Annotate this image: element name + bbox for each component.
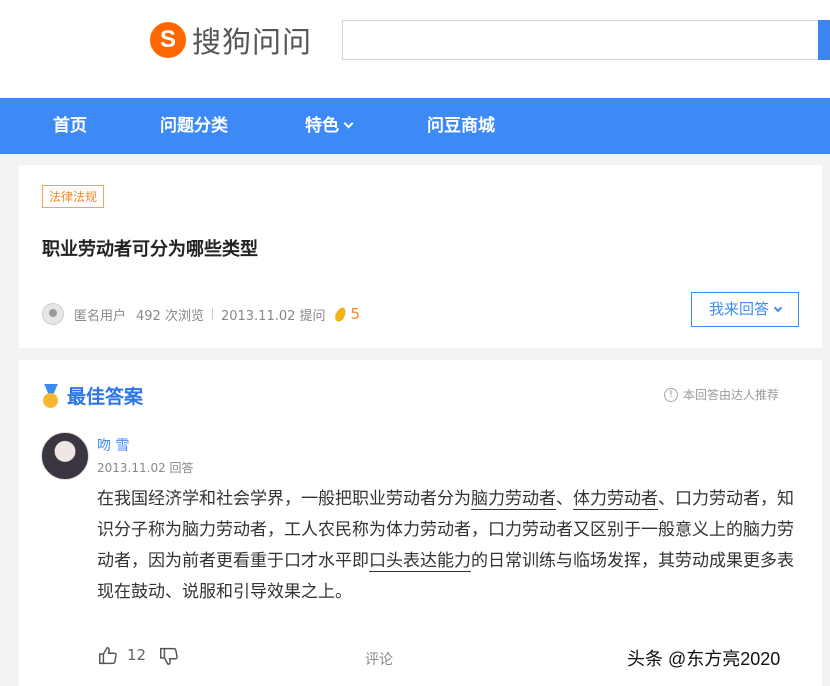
answer-date: 2013.11.02 回答 — [97, 461, 194, 475]
nav-categories[interactable]: 问题分类 — [160, 98, 228, 154]
avatar[interactable] — [41, 432, 89, 480]
recommend-note: ! 本回答由达人推荐 — [664, 386, 779, 403]
answer-actions: 12 — [97, 645, 180, 665]
answer-link[interactable]: 口头表达能力 — [369, 551, 471, 572]
sogou-wenwen-logo[interactable]: S 搜狗问问 — [150, 20, 312, 60]
chevron-down-icon — [773, 303, 783, 313]
question-meta: 匿名用户 492 次浏览 2013.11.02 提问 5 — [42, 303, 360, 325]
best-answer-header: 最佳答案 — [41, 382, 143, 409]
answer-link[interactable]: 脑力劳动者 — [471, 489, 556, 510]
question-card: 法律法规 职业劳动者可分为哪些类型 匿名用户 492 次浏览 2013.11.0… — [19, 165, 822, 348]
top-header: S 搜狗问问 — [0, 0, 830, 98]
like-count: 12 — [127, 646, 147, 664]
answer-button[interactable]: 我来回答 — [691, 292, 799, 327]
nav-bean-mall-label: 问豆商城 — [427, 116, 495, 136]
best-answer-label: 最佳答案 — [67, 386, 144, 408]
nav-home[interactable]: 首页 — [53, 98, 87, 154]
nav-categories-label: 问题分类 — [160, 116, 228, 136]
main-nav: 首页 问题分类 特色 问豆商城 — [0, 98, 830, 154]
answer-body: 在我国经济学和社会学界，一般把职业劳动者分为脑力劳动者、体力劳动者、口力劳动者，… — [97, 484, 802, 608]
info-icon: ! — [664, 387, 678, 402]
bounty-count: 5 — [350, 305, 361, 323]
comment-button[interactable]: 评论 — [365, 649, 393, 669]
answer-text: 在我国经济学和社会学界，一般把职业劳动者分为 — [97, 489, 471, 509]
nav-features[interactable]: 特色 — [305, 98, 354, 154]
category-tag[interactable]: 法律法规 — [42, 185, 105, 208]
answer-text: 、 — [556, 489, 573, 509]
search-input[interactable] — [342, 20, 822, 60]
bean-icon — [332, 305, 348, 323]
recommend-note-text: 本回答由达人推荐 — [683, 388, 780, 402]
nav-bean-mall[interactable]: 问豆商城 — [427, 98, 495, 154]
sogou-logo-icon: S — [150, 22, 186, 58]
question-title: 职业劳动者可分为哪些类型 — [42, 239, 258, 260]
medal-icon — [41, 384, 61, 408]
logo-text: 搜狗问问 — [192, 25, 313, 59]
answer-button-label: 我来回答 — [708, 300, 769, 318]
answer-author[interactable]: 吻 雪 — [97, 435, 129, 455]
chevron-down-icon — [343, 118, 354, 129]
question-date: 2013.11.02 提问 — [220, 308, 326, 324]
best-answer-card: 最佳答案 ! 本回答由达人推荐 吻 雪 2013.11.02 回答 在我国经济学… — [19, 360, 822, 686]
search-button[interactable] — [818, 20, 830, 60]
thumbs-up-icon[interactable] — [97, 645, 119, 665]
asker-name: 匿名用户 — [74, 308, 127, 324]
nav-features-label: 特色 — [305, 116, 339, 136]
nav-home-label: 首页 — [53, 116, 87, 136]
thumbs-down-icon[interactable] — [158, 645, 180, 665]
divider — [211, 308, 213, 320]
answer-link[interactable]: 体力劳动者 — [573, 489, 658, 510]
watermark: 头条 @东方亮2020 — [627, 649, 781, 669]
view-count: 492 次浏览 — [136, 308, 204, 324]
anonymous-user-icon — [42, 303, 64, 325]
